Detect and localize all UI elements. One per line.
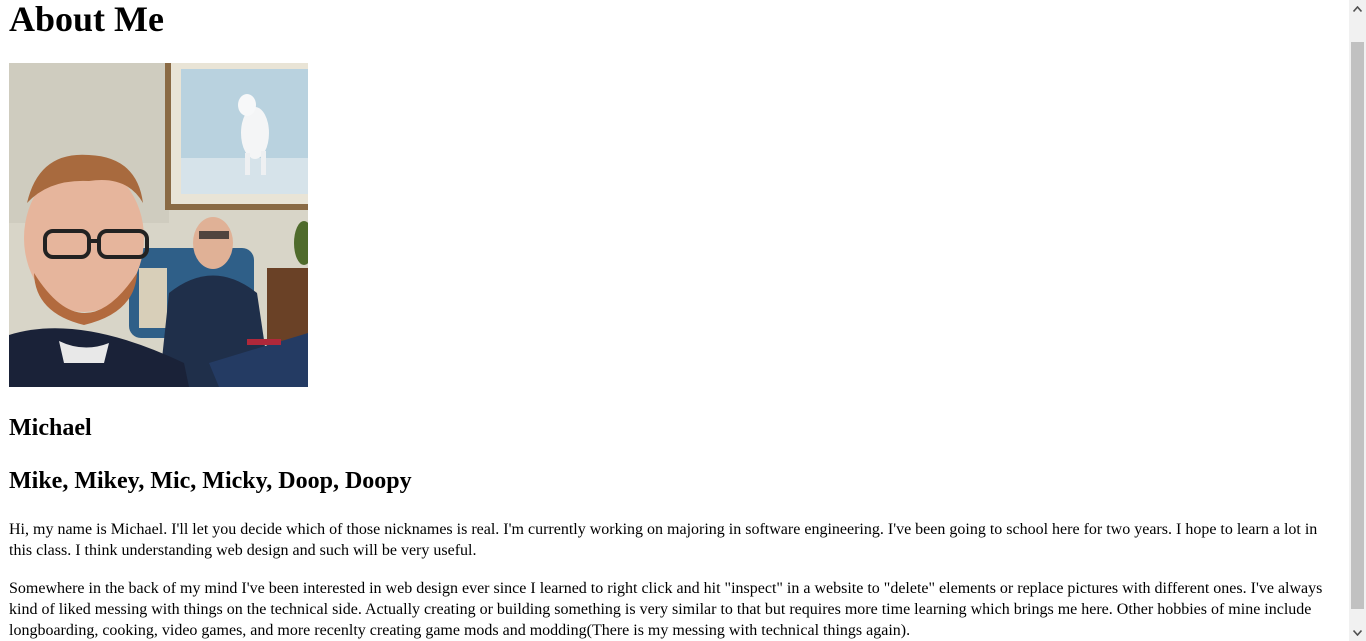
nickname-list: Mike, Mikey, Mic, Micky, Doop, Doopy xyxy=(9,468,412,494)
person-name: Michael xyxy=(9,415,92,441)
scroll-thumb[interactable] xyxy=(1351,42,1364,609)
intro-paragraph: Hi, my name is Michael. I'll let you dec… xyxy=(9,521,1318,559)
chevron-down-icon[interactable] xyxy=(1349,624,1366,641)
interests-paragraph: Somewhere in the back of my mind I've be… xyxy=(9,580,1323,639)
vertical-scrollbar[interactable] xyxy=(1349,0,1366,641)
page-content: About Me Michael Mike, Mikey, Mic, Micky… xyxy=(9,0,1340,639)
profile-photo xyxy=(9,63,308,387)
page-title: About Me xyxy=(9,0,164,39)
chevron-up-icon[interactable] xyxy=(1349,0,1366,17)
